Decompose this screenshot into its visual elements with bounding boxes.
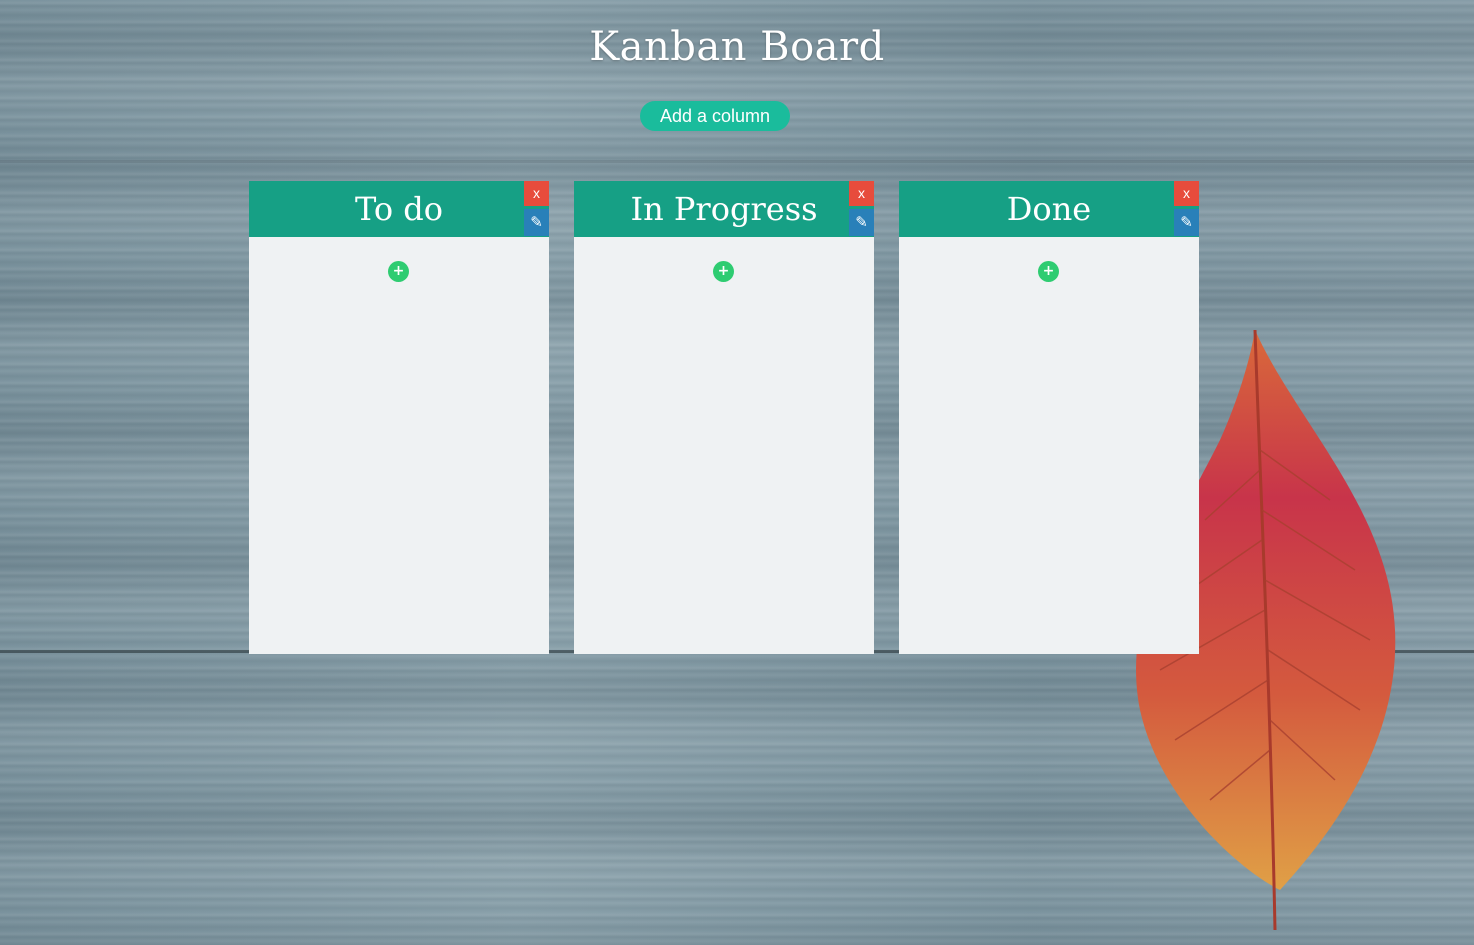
- column-in-progress: In Progress x ✎ +: [574, 181, 874, 654]
- pencil-icon[interactable]: ✎: [524, 209, 549, 236]
- delete-column-button[interactable]: x: [1174, 181, 1199, 206]
- column-to-do: To do x ✎ +: [249, 181, 549, 654]
- pencil-icon[interactable]: ✎: [849, 209, 874, 236]
- column-header: To do x ✎: [249, 181, 549, 237]
- add-card-button[interactable]: +: [388, 261, 409, 282]
- pencil-icon[interactable]: ✎: [1174, 209, 1199, 236]
- page-title: Kanban Board: [589, 24, 885, 70]
- column-title: To do: [354, 190, 444, 228]
- add-card-button[interactable]: +: [713, 261, 734, 282]
- delete-column-button[interactable]: x: [524, 181, 549, 206]
- add-card-button[interactable]: +: [1038, 261, 1059, 282]
- delete-column-button[interactable]: x: [849, 181, 874, 206]
- column-done: Done x ✎ +: [899, 181, 1199, 654]
- column-header: Done x ✎: [899, 181, 1199, 237]
- wood-plank-gap: [0, 160, 1474, 163]
- add-column-button[interactable]: Add a column: [640, 101, 790, 131]
- column-title: Done: [1006, 190, 1092, 228]
- column-header: In Progress x ✎: [574, 181, 874, 237]
- column-title: In Progress: [630, 190, 818, 228]
